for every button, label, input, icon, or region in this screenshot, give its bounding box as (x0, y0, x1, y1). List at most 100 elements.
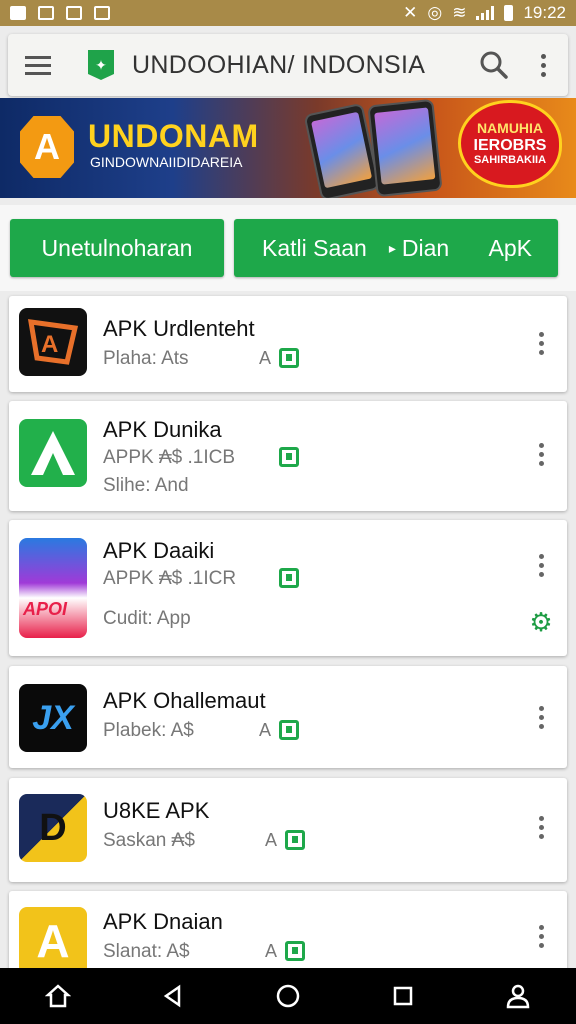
promo-banner[interactable]: A UNDONAM GINDOWNAIIDIDAREIA NAMUHIA IER… (0, 98, 576, 198)
more-vert-icon (538, 924, 544, 948)
mail-notification-icon (38, 6, 54, 20)
tab-bar: Unetulnoharan Katli Saan ▸ Dian ApK (0, 205, 576, 291)
app-name: APK Daaiki (103, 538, 215, 563)
app-name: APK Ohallemaut (103, 688, 266, 713)
item-more-button[interactable] (525, 429, 557, 479)
item-more-button[interactable] (525, 911, 557, 961)
download-icon[interactable] (279, 568, 299, 588)
person-icon (507, 984, 530, 1009)
square-overview-icon (393, 986, 413, 1006)
search-button[interactable] (470, 34, 518, 96)
app-meta: Saskan ₳$ (103, 830, 195, 851)
item-more-button[interactable] (525, 318, 557, 368)
banner-title: UNDONAM (88, 118, 259, 154)
alarm-icon: ◎ (427, 3, 443, 22)
list-item[interactable]: A APK Dunika APPK ₳$ .1ICB Slihe: And (9, 401, 567, 511)
banner-logo: A (20, 116, 74, 178)
status-bar: ✕ ◎ ≋ 19:22 (0, 0, 576, 26)
app-logo-icon: ✦ (88, 50, 114, 80)
overflow-menu-button[interactable] (518, 34, 568, 96)
app-size: A (259, 720, 272, 740)
more-vert-icon (538, 553, 544, 577)
more-vert-icon (538, 442, 544, 466)
app-meta: Slanat: A$ (103, 941, 190, 962)
app-size: A (259, 348, 272, 368)
app-meta: Plabek: A$ (103, 720, 194, 741)
circle-home-icon (276, 984, 300, 1008)
tab2-arrow-icon: ▸ (388, 239, 396, 256)
more-vert-icon (538, 331, 544, 355)
item-more-button[interactable] (525, 540, 557, 590)
app-title: UNDOOHIAN/ INDONSIA (132, 50, 426, 79)
banner-subtitle: GINDOWNAIIDIDAREIA (90, 154, 243, 170)
settings-gear-icon[interactable]: ⚙ (529, 609, 553, 635)
download-icon[interactable] (285, 830, 305, 850)
app-icon: A (19, 308, 87, 376)
download-icon[interactable] (279, 447, 299, 467)
signal-icon (476, 6, 495, 20)
tab-button-1[interactable]: Unetulnoharan (10, 219, 224, 277)
app-meta: APPK ₳$ .1ICB (103, 447, 236, 468)
more-vert-icon (538, 705, 544, 729)
more-vert-icon (538, 815, 544, 839)
back-nav-button[interactable] (143, 968, 203, 1024)
app-icon-letter: A (25, 427, 26, 428)
app-meta: APPK ₳$ .1ICR (103, 568, 237, 589)
wifi-icon: ≋ (452, 3, 467, 22)
system-nav-bar (0, 968, 576, 1024)
battery-icon (504, 5, 514, 21)
tab2-label: Katli Saan (262, 234, 367, 261)
app-notification-icon (94, 6, 110, 20)
app-icon: APOI (19, 538, 87, 638)
app-name: APK Urdlenteht (103, 316, 255, 341)
badge-line-2: IEROBRS (473, 136, 547, 154)
app-name: U8KE APK (103, 798, 210, 823)
download-icon[interactable] (279, 348, 299, 368)
promo-badge: NAMUHIA IEROBRS SAHIRBAKIIA (458, 100, 562, 188)
app-size: A (265, 941, 278, 961)
list-item[interactable]: A APK Urdlenteht Plaha: Ats A (9, 296, 567, 392)
app-icon-letter: A (41, 331, 58, 358)
account-nav-button[interactable] (488, 968, 548, 1024)
app-size: A (265, 830, 278, 850)
app-icon: A (19, 907, 87, 975)
home-nav-button[interactable] (28, 968, 88, 1024)
app-icon-letter: APOI (23, 599, 68, 619)
badge-line-3: SAHIRBAKIIA (473, 154, 547, 167)
search-icon (480, 51, 508, 79)
app-meta: Plaha: Ats (103, 348, 189, 369)
list-item[interactable]: JX APK Ohallemaut Plabek: A$ A (9, 666, 567, 768)
list-item[interactable]: D U8KE APK Saskan ₳$ A (9, 778, 567, 882)
app-icon: D (19, 794, 87, 862)
image-notification-icon (66, 6, 82, 20)
more-vert-icon (540, 53, 546, 77)
badge-line-1: NAMUHIA (476, 120, 544, 137)
app-meta-2: Slihe: And (103, 475, 189, 496)
overview-nav-button[interactable] (373, 968, 433, 1024)
tab-button-2[interactable]: Katli Saan ▸ Dian ApK (234, 219, 558, 277)
app-bar: ✦ UNDOOHIAN/ INDONSIA (8, 34, 568, 96)
download-icon[interactable] (285, 941, 305, 961)
system-icons: ✕ ◎ ≋ 19:22 (403, 3, 566, 23)
tab2-label-3: ApK (488, 234, 532, 261)
app-icon: A (19, 419, 87, 487)
notification-icons (10, 6, 110, 20)
menu-icon (25, 55, 51, 75)
phone-image (367, 98, 443, 198)
download-icon[interactable] (279, 720, 299, 740)
home-icon (44, 984, 71, 1008)
back-icon (163, 984, 181, 1008)
list-item[interactable]: APOI APK Daaiki APPK ₳$ .1ICR Cudit: App… (9, 520, 567, 656)
item-more-button[interactable] (525, 692, 557, 742)
app-name: APK Dnaian (103, 909, 223, 934)
clock: 19:22 (523, 3, 566, 22)
hamburger-menu-button[interactable] (8, 34, 68, 96)
photo-notification-icon (10, 6, 26, 20)
tab2-label-2: Dian (401, 234, 450, 261)
mute-icon: ✕ (403, 3, 418, 22)
app-icon: JX (19, 684, 87, 752)
item-more-button[interactable] (525, 802, 557, 852)
recents-home-nav-button[interactable] (258, 968, 318, 1024)
app-meta-2: Cudit: App (103, 608, 191, 629)
app-name: APK Dunika (103, 417, 222, 442)
